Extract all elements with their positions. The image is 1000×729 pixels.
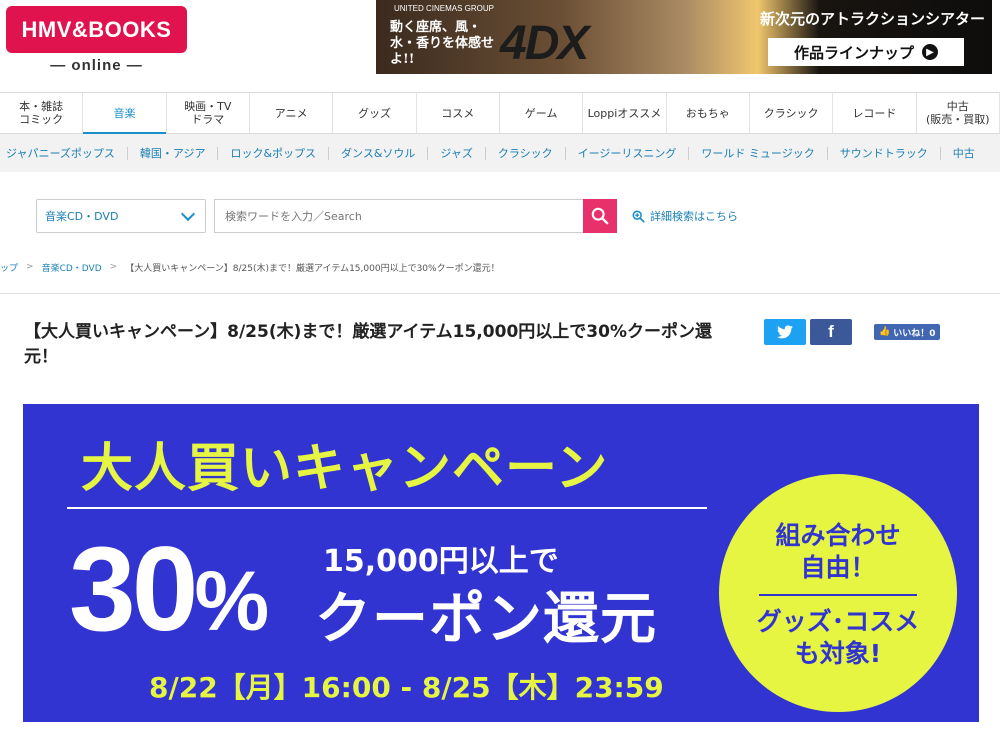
site-logo[interactable]: HMV&BOOKS — online — [6, 6, 187, 81]
twitter-share-button[interactable] [764, 319, 806, 345]
banner-circle-divider [759, 594, 917, 596]
subnav-item-jazz[interactable]: ジャズ [428, 146, 486, 160]
nav-item-movies[interactable]: 映画・TV ドラマ [167, 93, 250, 133]
nav-item-books[interactable]: 本・雑誌 コミック [0, 93, 84, 133]
subnav-item-soundtrack[interactable]: サウンドトラック [828, 146, 941, 160]
search-button[interactable] [583, 199, 617, 233]
breadcrumb-current: 【大人買いキャンペーン】8/25(木)まで！厳選アイテム15,000円以上で30… [125, 263, 500, 274]
breadcrumb-top[interactable]: ップ [0, 261, 18, 274]
subnav-item-used[interactable]: 中古 [941, 147, 987, 160]
campaign-banner[interactable]: 大人買いキャンペーン 30% 15,000円以上で クーポン還元 8/22【月】… [23, 404, 979, 722]
subnav-item-easy[interactable]: イージーリスニング [566, 146, 690, 160]
facebook-like-button[interactable]: 👍 いいね！0 [874, 324, 941, 340]
ad-button-label: 作品ラインナップ [793, 43, 914, 62]
chevron-down-icon [180, 206, 196, 222]
nav-item-loppi[interactable]: Loppiオススメ [583, 93, 667, 133]
nav-item-cosme[interactable]: コスメ [417, 93, 500, 133]
subnav-item-rock[interactable]: ロック&ポップス [218, 146, 330, 160]
nav-item-goods[interactable]: グッズ [333, 93, 417, 133]
logo-sub: — online — [50, 57, 143, 74]
category-select-value: 音楽CD・DVD [45, 210, 119, 223]
search-input[interactable] [214, 199, 584, 233]
music-subnav: ジャパニーズポップス 韓国・アジア ロック&ポップス ダンス&ソウル ジャズ ク… [0, 134, 1000, 172]
nav-item-record[interactable]: レコード [833, 93, 917, 133]
breadcrumb-separator-icon: > [26, 262, 34, 272]
banner-period: 8/22【月】16:00 - 8/25【木】23:59 [149, 671, 664, 704]
advanced-search-link[interactable]: 詳細検索はこちら [632, 208, 738, 224]
breadcrumb: ップ > 音楽CD・DVD > 【大人買いキャンペーン】8/25(木)まで！厳選… [0, 256, 1000, 278]
nav-item-toys[interactable]: おもちゃ [667, 93, 750, 133]
subnav-item-world[interactable]: ワールド ミュージック [689, 146, 828, 160]
category-select[interactable]: 音楽CD・DVD [36, 199, 206, 233]
subnav-item-classic[interactable]: クラシック [486, 146, 566, 160]
banner-percent: 30% [69, 524, 269, 666]
nav-item-classic[interactable]: クラシック [750, 93, 834, 133]
ad-product: 4DX [500, 17, 589, 70]
banner-circle-badge: 組み合わせ 自由！ グッズ･コスメ も対象! [719, 474, 957, 712]
nav-item-anime[interactable]: アニメ [250, 93, 334, 133]
facebook-icon: f [828, 322, 834, 341]
magnifier-plus-icon [632, 210, 645, 223]
nav-item-music[interactable]: 音楽 [83, 93, 167, 134]
banner-percent-value: 30 [69, 522, 198, 656]
like-label: いいね！0 [893, 328, 936, 339]
search-bar: 音楽CD・DVD 詳細検索はこちら [0, 172, 1000, 244]
advanced-search-label: 詳細検索はこちら [650, 210, 738, 223]
page-title: 【大人買いキャンペーン】8/25(木)まで！厳選アイテム15,000円以上で30… [24, 322, 712, 367]
banner-coupon: クーポン還元 [315, 587, 657, 652]
banner-percent-sign: % [194, 554, 270, 648]
ad-tagline: 動く座席、風・水・香りを体感せよ!! [390, 20, 495, 67]
chevron-right-icon: ▶ [922, 44, 938, 60]
main-nav: 本・雑誌 コミック 音楽 映画・TV ドラマ アニメ グッズ コスメ ゲーム L… [0, 92, 1000, 134]
banner-headline: 大人買いキャンペーン [81, 439, 609, 499]
subnav-item-jpop[interactable]: ジャパニーズポップス [6, 146, 128, 160]
banner-circle-top: 組み合わせ 自由！ [775, 521, 901, 582]
ad-headline: 新次元のアトラクションシアター [760, 10, 986, 28]
nav-item-used[interactable]: 中古 (販売・買取) [917, 93, 1000, 133]
ad-banner-4dx[interactable]: UNITED CINEMAS GROUP 動く座席、風・水・香りを体感せよ!! … [376, 0, 992, 74]
ad-brand: UNITED CINEMAS GROUP [394, 4, 495, 13]
ad-lineup-button[interactable]: 作品ラインナップ ▶ [768, 38, 964, 66]
section-divider [0, 293, 1000, 294]
search-icon [591, 207, 609, 225]
banner-divider [67, 507, 707, 509]
logo-main: HMV&BOOKS [6, 6, 187, 53]
subnav-item-kpop[interactable]: 韓国・アジア [128, 146, 219, 160]
twitter-icon [777, 325, 793, 339]
breadcrumb-separator-icon: > [109, 262, 118, 272]
site-header: HMV&BOOKS — online — UNITED CINEMAS GROU… [0, 0, 1000, 92]
breadcrumb-music[interactable]: 音楽CD・DVD [42, 261, 102, 274]
thumbs-up-icon: 👍 [879, 327, 891, 337]
banner-circle-bottom: グッズ･コスメ も対象! [756, 607, 920, 668]
facebook-share-button[interactable]: f [810, 319, 852, 345]
subnav-item-dance[interactable]: ダンス&ソウル [329, 146, 429, 160]
nav-item-game[interactable]: ゲーム [500, 93, 584, 133]
